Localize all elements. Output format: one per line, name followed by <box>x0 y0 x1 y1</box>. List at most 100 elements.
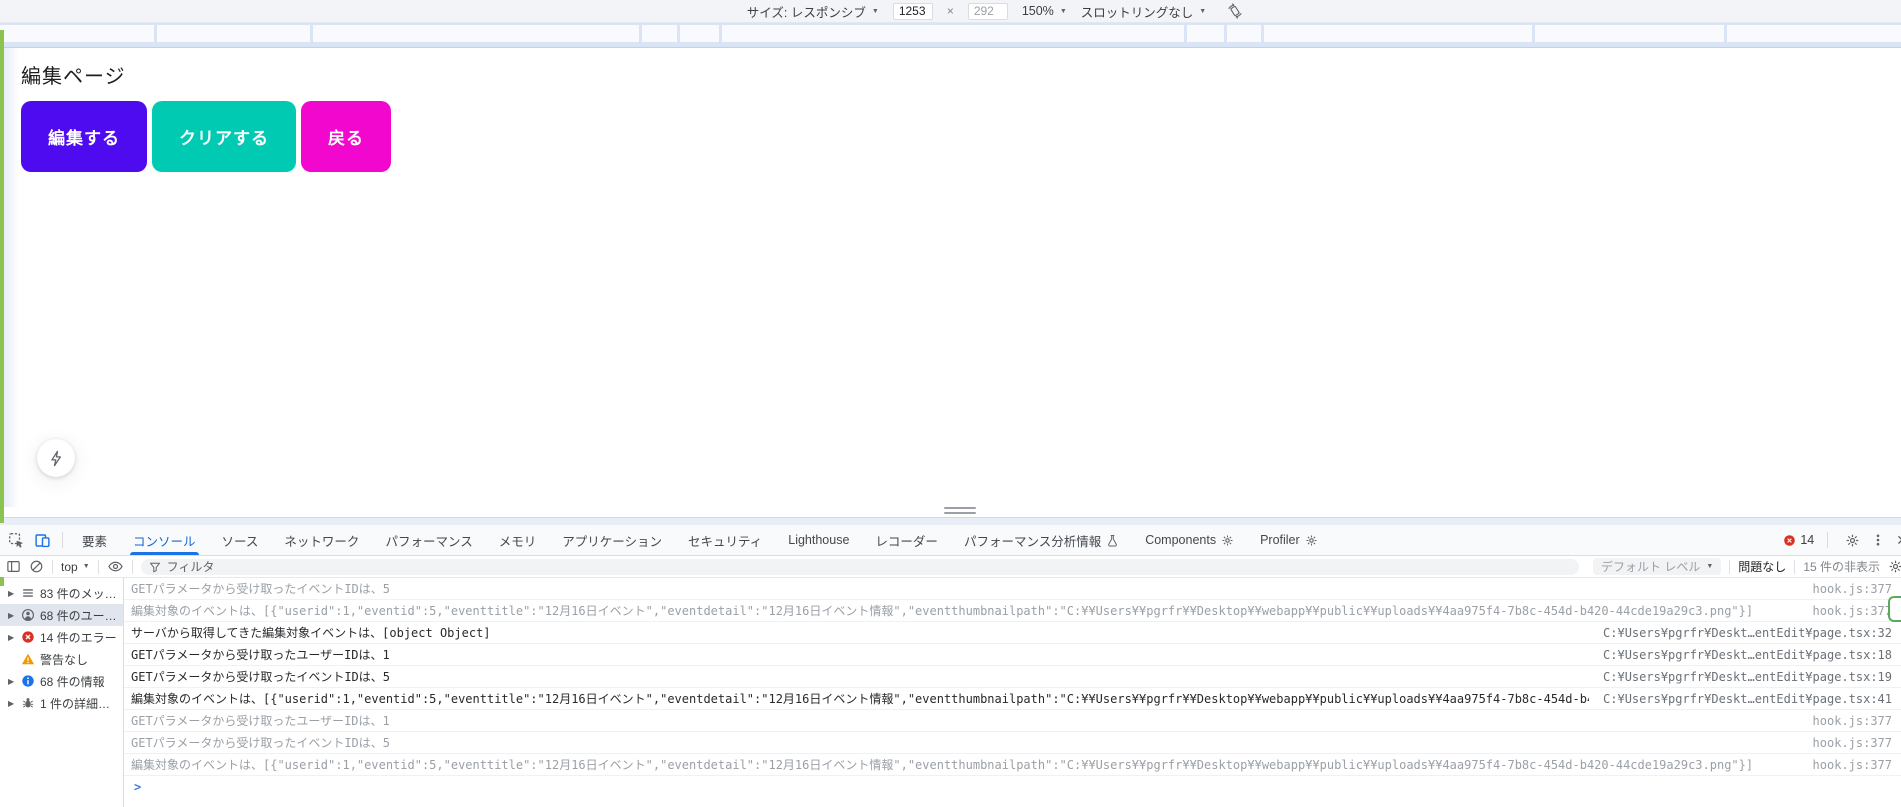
console-toolbar: top ▼ デフォルト レベル ▼ 問題なし 15 件の非表示 <box>0 556 1901 578</box>
left-green-bar-fragment <box>0 577 4 586</box>
expander-arrow-icon[interactable]: ▶ <box>8 633 21 642</box>
source-location-link[interactable]: C:¥Users¥pgrfr¥Deskt…entEdit¥page.tsx:19 <box>1603 670 1892 684</box>
console-sidebar: ▶ 83 件のメッ… ▶ 68 件のユー… ▶ 14 件のエラー 警告なし ▶ … <box>0 578 124 807</box>
console-sidebar-item[interactable]: ▶ 68 件のユー… <box>0 604 123 626</box>
tab-label: パフォーマンス分析情報 <box>963 534 1102 549</box>
expander-arrow-icon[interactable]: ▶ <box>8 589 21 598</box>
hidden-messages-counter[interactable]: 15 件の非表示 <box>1803 558 1880 575</box>
page-action-button[interactable]: 編集する <box>21 101 147 172</box>
devtools-tab[interactable]: アプリケーション <box>549 525 675 555</box>
viewport-width-input[interactable] <box>892 2 933 20</box>
zoom-select[interactable]: 150% ▼ <box>1022 4 1067 18</box>
table-cell <box>1264 25 1532 42</box>
inspect-element-icon[interactable] <box>8 532 25 549</box>
table-cell <box>157 25 310 42</box>
console-settings-gear-icon[interactable] <box>1888 559 1901 574</box>
devtools-tab[interactable]: 要素 <box>69 525 120 555</box>
console-sidebar-toggle-icon[interactable] <box>6 559 21 574</box>
devtools-tab[interactable]: パフォーマンス分析情報 <box>951 525 1132 555</box>
tab-icon <box>1106 534 1119 547</box>
table-cell <box>642 25 677 42</box>
devtools-tabs: 要素 コンソール ソース ネットワーク パフォーマンス メモリ アプリケーション… <box>69 525 1331 555</box>
devtools-tab[interactable]: Lighthouse <box>775 525 862 555</box>
console-message-text: GETパラメータから受け取ったイベントIDは、5 <box>131 670 390 684</box>
device-size-label: サイズ: レスポンシブ <box>746 5 866 20</box>
chevron-down-icon: ▼ <box>1706 563 1714 570</box>
throttling-select[interactable]: スロットリングなし ▼ <box>1081 2 1206 21</box>
console-sidebar-item[interactable]: ▶ 68 件の情報 <box>0 670 123 692</box>
source-location-link[interactable]: C:¥Users¥pgrfr¥Deskt…entEdit¥page.tsx:41 <box>1603 692 1892 706</box>
expander-arrow-icon[interactable]: ▶ <box>8 677 21 686</box>
lightning-fab[interactable] <box>37 439 75 477</box>
console-prompt-row[interactable]: > <box>124 776 1901 798</box>
console-sidebar-item[interactable]: ▶ 83 件のメッ… <box>0 582 123 604</box>
tab-label: レコーダー <box>875 534 938 549</box>
toolbar-separator <box>62 532 63 548</box>
console-message-text: 編集対象のイベントは、[{"userid":1,"eventid":5,"eve… <box>131 604 1754 618</box>
error-icon <box>1783 534 1796 547</box>
sidebar-item-label: 68 件のユー… <box>40 608 117 623</box>
console-message-text: GETパラメータから受け取ったユーザーIDは、1 <box>131 648 390 662</box>
toolbar-separator <box>1729 559 1731 574</box>
source-location-link[interactable]: hook.js:377 <box>1813 758 1892 772</box>
log-level-select[interactable]: デフォルト レベル ▼ <box>1593 558 1722 575</box>
console-filter[interactable] <box>140 558 1580 575</box>
device-size-select[interactable]: サイズ: レスポンシブ ▼ <box>747 2 879 21</box>
console-messages: GETパラメータから受け取ったイベントIDは、5 hook.js:377 編集対… <box>124 578 1901 807</box>
more-options-icon[interactable] <box>1871 533 1885 547</box>
devtools-tab[interactable]: セキュリティ <box>675 525 775 555</box>
devtools-tab[interactable]: ソース <box>209 525 272 555</box>
eye-live-expression-icon[interactable] <box>107 558 124 575</box>
sidebar-item-icon <box>21 630 35 644</box>
devtools-resize-handle[interactable] <box>944 507 976 514</box>
sidebar-item-label: 警告なし <box>40 652 89 667</box>
source-location-link[interactable]: hook.js:377 <box>1813 604 1892 618</box>
expander-arrow-icon[interactable]: ▶ <box>8 699 21 708</box>
devtools-tab[interactable]: レコーダー <box>862 525 951 555</box>
console-filter-input[interactable] <box>166 559 1572 574</box>
close-devtools-icon[interactable]: ✕ <box>1896 532 1901 549</box>
console-message-row: 編集対象のイベントは、[{"userid":1,"eventid":5,"eve… <box>124 754 1901 776</box>
settings-gear-icon[interactable] <box>1845 533 1860 548</box>
console-sidebar-item[interactable]: ▶ 1 件の詳細… <box>0 692 123 714</box>
source-location-link[interactable]: C:¥Users¥pgrfr¥Deskt…entEdit¥page.tsx:32 <box>1603 626 1892 640</box>
page-action-button[interactable]: 戻る <box>301 101 391 172</box>
devtools-tab[interactable]: パフォーマンス <box>372 525 485 555</box>
devtools-tab[interactable]: Profiler <box>1247 525 1331 555</box>
table-cell <box>1227 25 1261 42</box>
console-message-text: サーバから取得してきた編集対象イベントは、[object Object] <box>131 626 491 640</box>
source-location-link[interactable]: hook.js:377 <box>1813 714 1892 728</box>
rotate-viewport-icon[interactable] <box>1226 2 1244 20</box>
sidebar-item-icon <box>21 586 35 600</box>
error-count-badge[interactable]: 14 <box>1783 533 1814 547</box>
page-action-button[interactable]: クリアする <box>152 101 296 172</box>
execution-context-select[interactable]: top ▼ <box>61 560 90 574</box>
clear-console-icon[interactable] <box>29 559 44 574</box>
sidebar-item-icon <box>21 608 35 622</box>
issues-counter[interactable]: 問題なし <box>1738 558 1786 575</box>
tab-label: ソース <box>221 534 259 549</box>
devtools-tab[interactable]: メモリ <box>486 525 550 555</box>
toolbar-separator <box>97 559 99 574</box>
sidebar-item-label: 14 件のエラー <box>40 630 117 645</box>
devtools-tab[interactable]: コンソール <box>120 525 209 555</box>
device-toolbar-toggle-icon[interactable] <box>34 532 51 549</box>
source-location-link[interactable]: hook.js:377 <box>1813 736 1892 750</box>
dimension-separator: × <box>946 4 954 18</box>
lightning-bolt-icon <box>50 450 61 466</box>
table-cell <box>0 25 154 42</box>
devtools-tab[interactable]: Components <box>1132 525 1247 555</box>
source-location-link[interactable]: hook.js:377 <box>1813 582 1892 596</box>
console-sidebar-item[interactable]: 警告なし <box>0 648 123 670</box>
viewport-height-input[interactable] <box>967 2 1008 20</box>
table-cell <box>1535 25 1724 42</box>
source-location-link[interactable]: C:¥Users¥pgrfr¥Deskt…entEdit¥page.tsx:18 <box>1603 648 1892 662</box>
page-button-row: 編集する クリアする 戻る <box>21 101 391 172</box>
devtools-tab[interactable]: ネットワーク <box>271 525 372 555</box>
expander-arrow-icon[interactable]: ▶ <box>8 611 21 620</box>
edge-clipped-green-badge <box>1888 596 1901 622</box>
console-message-row: 編集対象のイベントは、[{"userid":1,"eventid":5,"eve… <box>124 688 1901 710</box>
error-count: 14 <box>1800 533 1815 547</box>
console-message-text: 編集対象のイベントは、[{"userid":1,"eventid":5,"eve… <box>131 758 1754 772</box>
console-sidebar-item[interactable]: ▶ 14 件のエラー <box>0 626 123 648</box>
